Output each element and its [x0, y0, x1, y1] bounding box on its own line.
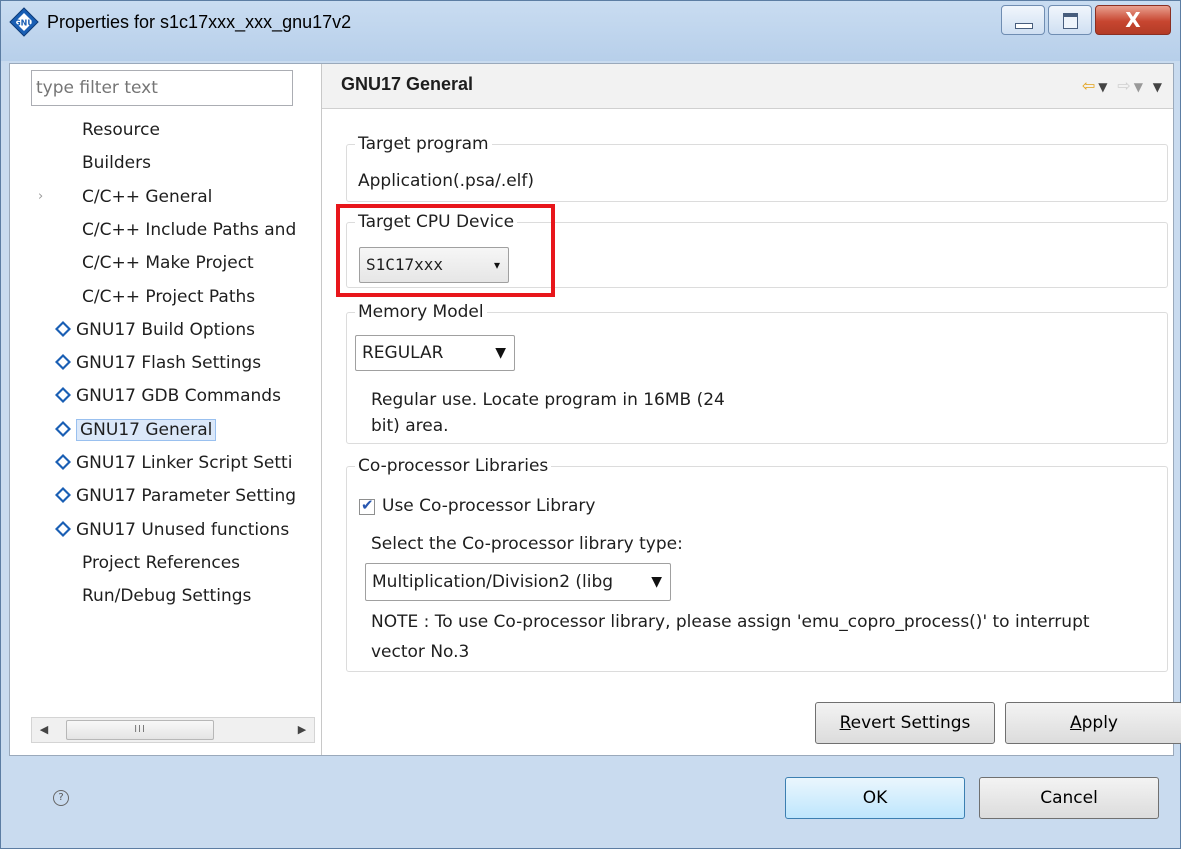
tree-item-label: GNU17 Linker Script Setti	[76, 453, 293, 473]
tree-item-label: C/C++ Include Paths and	[82, 219, 297, 240]
scroll-right-icon[interactable]: ▶	[290, 718, 314, 742]
tree-item[interactable]: GNU17 Flash Settings	[55, 349, 261, 379]
highlight-annotation	[336, 204, 555, 297]
tree-item-label: GNU17 GDB Commands	[76, 386, 281, 407]
tree-item-label: GNU17 Parameter Setting	[76, 486, 297, 507]
library-type-value: Multiplication/Division2 (libg	[372, 572, 614, 592]
tree-item[interactable]: Builders	[82, 149, 151, 179]
tree-item-label: GNU17 Build Options	[76, 319, 256, 340]
maximize-button[interactable]	[1048, 5, 1092, 35]
tree-item-label: Run/Debug Settings	[82, 586, 252, 607]
close-icon: X	[1125, 8, 1141, 32]
tree-item[interactable]: C/C++ Include Paths and	[82, 216, 296, 246]
apply-button[interactable]: Apply	[1005, 702, 1181, 744]
memory-model-description-1: Regular use. Locate program in 16MB (24	[371, 390, 725, 410]
forward-dropdown-icon[interactable]: ▼	[1134, 80, 1146, 94]
scroll-left-icon[interactable]: ◀	[32, 718, 56, 742]
tree-item[interactable]: Project References	[82, 549, 240, 579]
tree-item[interactable]: GNU17 GDB Commands	[55, 382, 281, 412]
chevron-down-icon: ▼	[647, 564, 662, 600]
tree-item-label: C/C++ Make Project	[82, 253, 254, 274]
tree-item[interactable]: GNU17 Build Options	[55, 316, 255, 346]
tree-item-label: GNU17 Flash Settings	[76, 353, 262, 374]
memory-model-label: Memory Model	[355, 299, 487, 325]
minimize-button[interactable]	[1001, 5, 1045, 35]
memory-model-description-2: bit) area.	[371, 416, 449, 436]
tree-item[interactable]: GNU17 Parameter Setting	[55, 482, 296, 512]
target-program-label: Target program	[355, 131, 492, 157]
tree-item[interactable]: Resource	[82, 116, 160, 146]
cancel-button[interactable]: Cancel	[979, 777, 1159, 819]
revert-settings-button[interactable]: Revert Settings	[815, 702, 995, 744]
gnu-icon	[55, 354, 71, 371]
target-program-group: Target program Application(.psa/.elf)	[346, 131, 1168, 202]
dialog-footer: ? OK Cancel	[9, 755, 1172, 843]
tree-item-label: Builders	[82, 153, 151, 174]
gnu-icon	[55, 520, 71, 537]
tree-item[interactable]: C/C++ Project Paths	[82, 283, 255, 313]
use-coprocessor-checkbox[interactable]	[359, 496, 375, 515]
help-icon[interactable]: ?	[53, 790, 69, 806]
tree-item-label: C/C++ General	[82, 186, 213, 207]
properties-dialog: GNU Properties for s1c17xxx_xxx_gnu17v2 …	[0, 0, 1181, 849]
coprocessor-note-2: vector No.3	[371, 642, 470, 662]
tree-item-label: Project References	[82, 552, 241, 573]
library-type-label: Select the Co-processor library type:	[371, 534, 683, 554]
history-nav: ⇦▼ ⇨▼ ▼	[1082, 76, 1165, 95]
tree-item[interactable]: GNU17 Linker Script Setti	[55, 449, 292, 479]
page-header: GNU17 General ⇦▼ ⇨▼ ▼	[322, 64, 1173, 109]
horizontal-scrollbar[interactable]: ◀ III ▶	[31, 717, 315, 743]
dialog-content: Resource Builders › C/C++ General C/C++ Incl…	[9, 63, 1181, 756]
gnu-app-icon: GNU	[9, 7, 39, 37]
close-button[interactable]: X	[1095, 5, 1171, 35]
gnu-icon	[55, 420, 71, 437]
coprocessor-note-1: NOTE : To use Co-processor library, plea…	[371, 612, 1090, 632]
ok-button[interactable]: OK	[785, 777, 965, 819]
tree-item[interactable]: GNU17 General	[55, 416, 217, 446]
gnu-icon	[55, 454, 71, 470]
memory-model-group: Memory Model REGULAR ▼ Regular use. Loca…	[346, 299, 1168, 444]
tree-item-label: Resource	[82, 120, 160, 140]
tree-item[interactable]: Run/Debug Settings	[82, 582, 251, 612]
back-dropdown-icon[interactable]: ▼	[1098, 80, 1110, 94]
tree-item[interactable]: › C/C++ General	[38, 183, 213, 213]
use-coprocessor-label[interactable]: Use Co-processor Library	[382, 493, 595, 519]
memory-model-value: REGULAR	[362, 343, 444, 363]
tree-item-label: GNU17 General	[76, 418, 217, 441]
tree-item[interactable]: C/C++ Make Project	[82, 249, 254, 279]
scroll-thumb[interactable]: III	[66, 720, 214, 740]
expand-arrow-icon[interactable]: ›	[38, 183, 43, 211]
back-arrow-icon[interactable]: ⇦	[1082, 76, 1098, 95]
target-program-value: Application(.psa/.elf)	[358, 171, 535, 191]
page-title: GNU17 General	[341, 74, 474, 94]
gnu-icon	[55, 320, 71, 337]
tree-item-label: GNU17 Unused functions	[76, 519, 290, 540]
navigation-pane: Resource Builders › C/C++ General C/C++ Incl…	[10, 64, 322, 755]
tree-item[interactable]: GNU17 Unused functions	[55, 516, 289, 546]
coprocessor-label: Co-processor Libraries	[355, 453, 552, 479]
tree-item-label: C/C++ Project Paths	[82, 286, 256, 307]
tree-viewport: Resource Builders › C/C++ General C/C++ Incl…	[10, 116, 319, 696]
gnu-icon	[55, 387, 71, 404]
gnu-icon	[55, 487, 71, 504]
view-menu-icon[interactable]: ▼	[1153, 80, 1165, 94]
settings-pane: GNU17 General ⇦▼ ⇨▼ ▼ Target program App…	[322, 64, 1181, 755]
coprocessor-group: Co-processor Libraries Use Co-processor …	[346, 453, 1168, 672]
filter-input[interactable]	[31, 70, 293, 106]
window-title: Properties for s1c17xxx_xxx_gnu17v2	[47, 12, 352, 32]
svg-text:GNU: GNU	[14, 19, 34, 28]
chevron-down-icon: ▼	[495, 345, 506, 361]
memory-model-select[interactable]: REGULAR ▼	[355, 335, 515, 371]
title-bar[interactable]: GNU Properties for s1c17xxx_xxx_gnu17v2 …	[1, 1, 1180, 61]
library-type-select[interactable]: Multiplication/Division2 (libg ▼	[365, 563, 671, 601]
forward-arrow-icon[interactable]: ⇨	[1117, 76, 1133, 95]
